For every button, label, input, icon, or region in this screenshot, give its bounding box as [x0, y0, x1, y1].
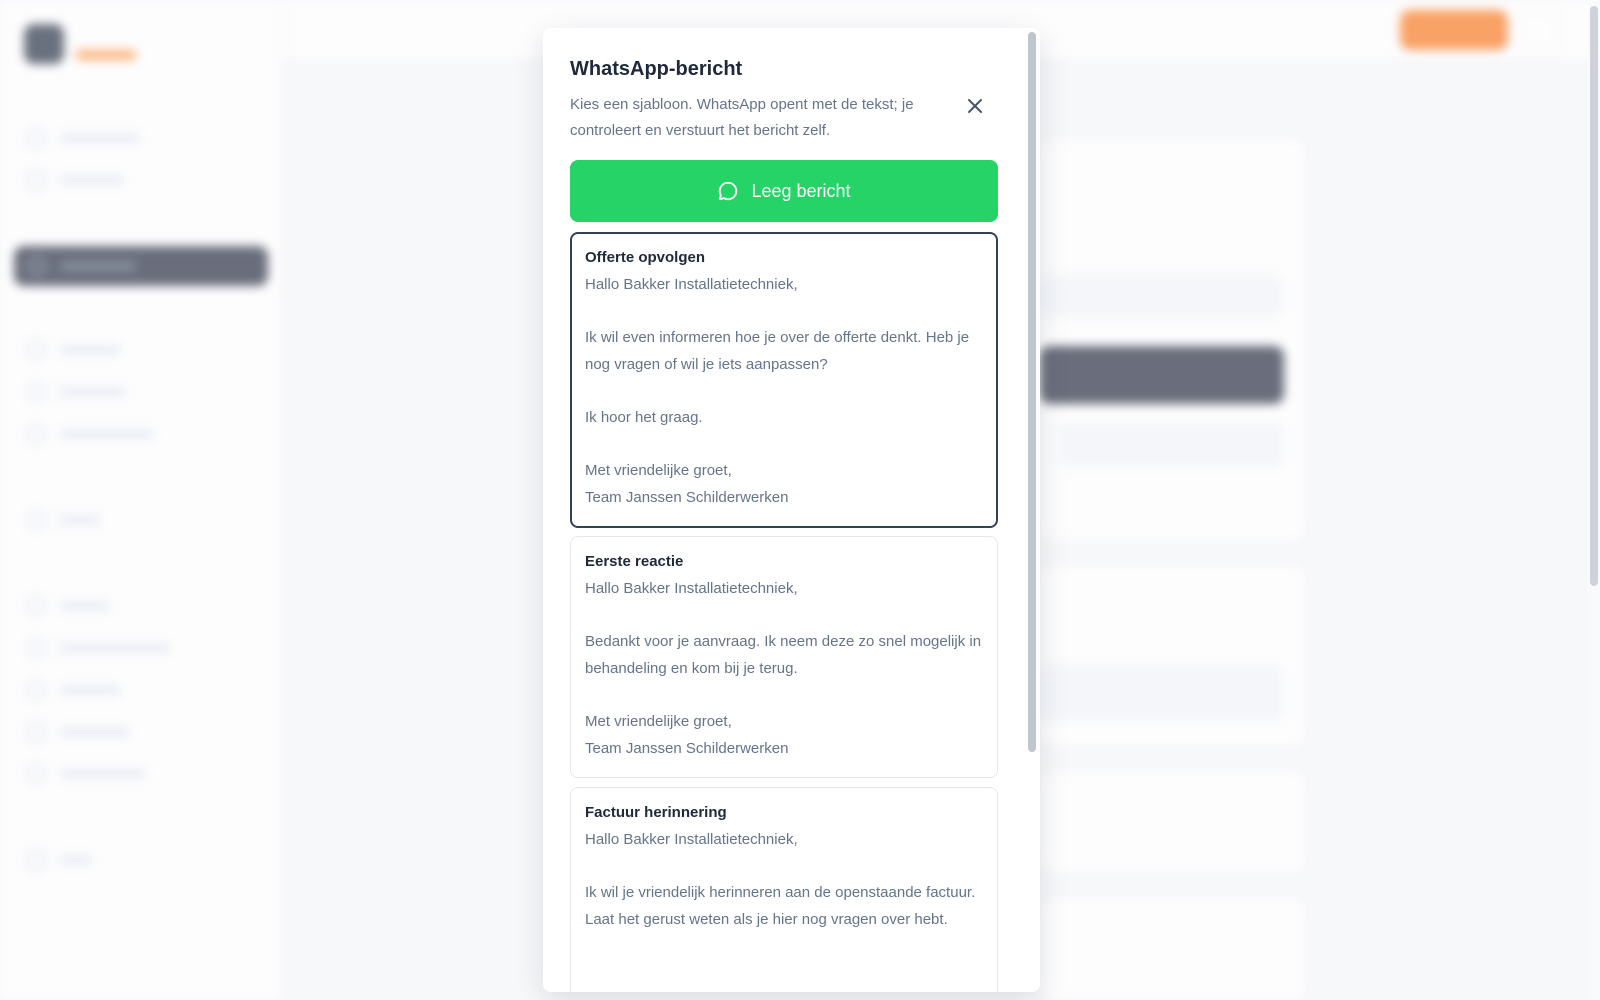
template-title: Eerste reactie [585, 553, 684, 570]
template-body: Hallo Bakker Installatietechniek, Ik wil… [585, 831, 976, 928]
template-body: Hallo Bakker Installatietechniek, Bedank… [585, 580, 982, 757]
template-title: Factuur herinnering [585, 804, 727, 821]
whatsapp-dialog: WhatsApp-bericht Kies een sjabloon. What… [543, 28, 1040, 992]
dialog-title: WhatsApp-bericht [570, 58, 743, 80]
page-scrollbar[interactable] [1590, 6, 1598, 586]
dialog-scrollbar[interactable] [1028, 32, 1036, 752]
template-card-factuur-herinnering[interactable]: Factuur herinnering Hallo Bakker Install… [570, 787, 998, 992]
template-title: Offerte opvolgen [585, 249, 706, 266]
close-icon [968, 99, 982, 113]
template-card-offerte-opvolgen[interactable]: Offerte opvolgen Hallo Bakker Installati… [570, 232, 998, 528]
empty-message-button[interactable]: Leeg bericht [570, 160, 998, 222]
chat-bubble-icon [719, 181, 738, 201]
dialog-description: Kies een sjabloon. WhatsApp opent met de… [570, 96, 914, 139]
template-body: Hallo Bakker Installatietechniek, Ik wil… [585, 276, 970, 506]
close-button[interactable] [961, 92, 989, 120]
empty-message-label: Leeg bericht [751, 180, 851, 201]
template-card-eerste-reactie[interactable]: Eerste reactie Hallo Bakker Installatiet… [570, 536, 998, 778]
